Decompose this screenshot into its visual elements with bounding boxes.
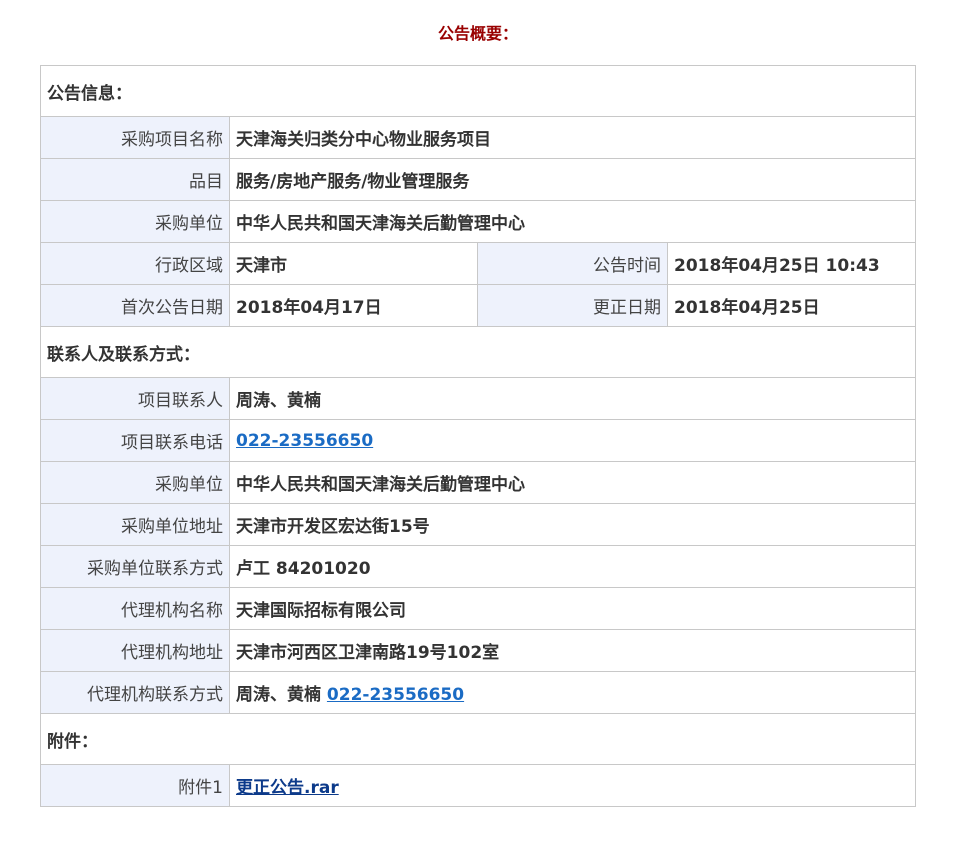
attachment-cell: 更正公告.rar <box>229 764 916 807</box>
contact-person-value: 周涛、黄楠 <box>229 377 916 420</box>
buyer-address-label: 采购单位地址 <box>40 503 230 546</box>
announce-time-label: 公告时间 <box>477 242 668 285</box>
buyer-contact-label: 采购单位联系方式 <box>40 545 230 588</box>
first-date-label: 首次公告日期 <box>40 284 230 327</box>
project-name-label: 采购项目名称 <box>40 116 230 159</box>
attachment-label: 附件1 <box>40 764 230 807</box>
contact-buyer-label: 采购单位 <box>40 461 230 504</box>
table-row: 项目联系电话 022-23556650 <box>40 419 916 462</box>
first-date-value: 2018年04月17日 <box>229 284 478 327</box>
correction-date-value: 2018年04月25日 <box>667 284 916 327</box>
section-heading-contact: 联系人及联系方式： <box>40 326 916 378</box>
section-row-info: 公告信息： <box>40 65 916 117</box>
correction-date-label: 更正日期 <box>477 284 668 327</box>
table-row: 代理机构地址 天津市河西区卫津南路19号102室 <box>40 629 916 672</box>
buyer-contact-value: 卢工 84201020 <box>229 545 916 588</box>
section-row-attachment: 附件： <box>40 713 916 765</box>
announcement-table: 公告信息： 采购项目名称 天津海关归类分中心物业服务项目 品目 服务/房地产服务… <box>40 65 916 807</box>
category-label: 品目 <box>40 158 230 201</box>
table-row: 代理机构联系方式 周涛、黄楠 022-23556650 <box>40 671 916 714</box>
contact-phone-link[interactable]: 022-23556650 <box>236 431 373 451</box>
table-row: 附件1 更正公告.rar <box>40 764 916 807</box>
contact-phone-cell: 022-23556650 <box>229 419 916 462</box>
section-heading-info: 公告信息： <box>40 65 916 117</box>
table-row: 行政区域 天津市 公告时间 2018年04月25日 10:43 <box>40 242 916 285</box>
region-label: 行政区域 <box>40 242 230 285</box>
table-row: 采购单位 中华人民共和国天津海关后勤管理中心 <box>40 461 916 504</box>
buyer-value: 中华人民共和国天津海关后勤管理中心 <box>229 200 916 243</box>
contact-phone-label: 项目联系电话 <box>40 419 230 462</box>
section-row-contact: 联系人及联系方式： <box>40 326 916 378</box>
section-heading-attachment: 附件： <box>40 713 916 765</box>
agency-name-label: 代理机构名称 <box>40 587 230 630</box>
contact-buyer-value: 中华人民共和国天津海关后勤管理中心 <box>229 461 916 504</box>
region-value: 天津市 <box>229 242 478 285</box>
agency-phone-link[interactable]: 022-23556650 <box>327 685 464 705</box>
table-row: 采购单位地址 天津市开发区宏达街15号 <box>40 503 916 546</box>
agency-name-value: 天津国际招标有限公司 <box>229 587 916 630</box>
table-row: 项目联系人 周涛、黄楠 <box>40 377 916 420</box>
category-value: 服务/房地产服务/物业管理服务 <box>229 158 916 201</box>
buyer-address-value: 天津市开发区宏达街15号 <box>229 503 916 546</box>
table-row: 采购单位联系方式 卢工 84201020 <box>40 545 916 588</box>
announce-time-value: 2018年04月25日 10:43 <box>667 242 916 285</box>
table-row: 品目 服务/房地产服务/物业管理服务 <box>40 158 916 201</box>
agency-address-label: 代理机构地址 <box>40 629 230 672</box>
agency-contact-cell: 周涛、黄楠 022-23556650 <box>229 671 916 714</box>
agency-contact-label: 代理机构联系方式 <box>40 671 230 714</box>
attachment-download-link[interactable]: 更正公告.rar <box>236 778 339 798</box>
project-name-value: 天津海关归类分中心物业服务项目 <box>229 116 916 159</box>
table-row: 采购单位 中华人民共和国天津海关后勤管理中心 <box>40 200 916 243</box>
buyer-label: 采购单位 <box>40 200 230 243</box>
page-title: 公告概要： <box>437 24 518 43</box>
agency-address-value: 天津市河西区卫津南路19号102室 <box>229 629 916 672</box>
contact-person-label: 项目联系人 <box>40 377 230 420</box>
table-row: 采购项目名称 天津海关归类分中心物业服务项目 <box>40 116 916 159</box>
table-row: 代理机构名称 天津国际招标有限公司 <box>40 587 916 630</box>
agency-contact-person: 周涛、黄楠 <box>236 685 321 705</box>
table-row: 首次公告日期 2018年04月17日 更正日期 2018年04月25日 <box>40 284 916 327</box>
